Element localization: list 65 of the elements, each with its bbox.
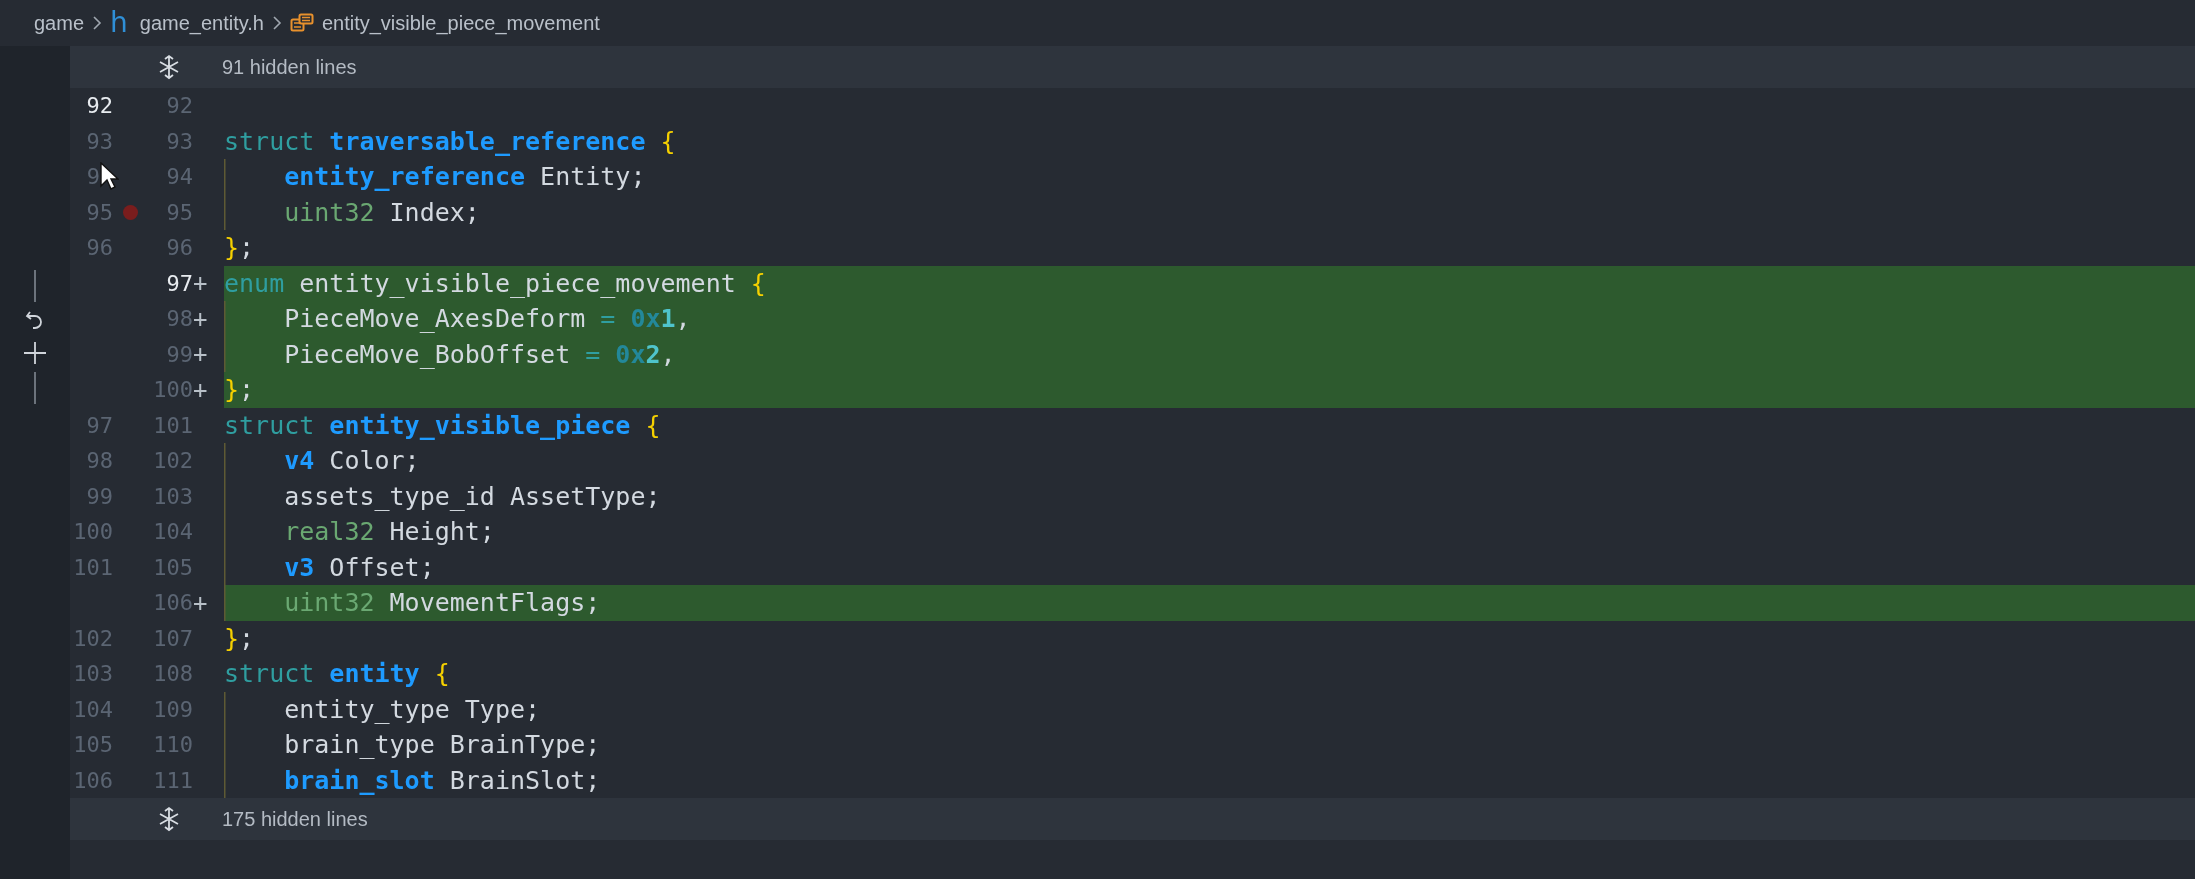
diff-marker: + — [193, 375, 209, 404]
line-number: 99 — [165, 341, 193, 367]
line-number: 106 — [73, 767, 113, 793]
code-line: v3 Offset; — [224, 549, 2195, 585]
line-number: 92 — [86, 93, 113, 119]
line-number: 111 — [152, 767, 193, 793]
line-number: 103 — [152, 483, 193, 509]
line-number: 93 — [86, 128, 113, 154]
code-line: brain_slot BrainSlot; — [224, 762, 2195, 798]
line-number: 109 — [152, 696, 193, 722]
line-number: 92 — [165, 93, 193, 119]
diff-marker: + — [193, 588, 209, 617]
file-type-icon: h — [110, 9, 128, 37]
code-line: struct traversable_reference { — [224, 125, 677, 158]
breadcrumb-item[interactable]: h game_entity.h — [110, 9, 264, 37]
line-number: 96 — [86, 235, 113, 261]
line-number: 104 — [152, 519, 193, 545]
enum-icon — [289, 13, 314, 33]
line-number: 97 — [165, 270, 193, 296]
code-line: }; — [224, 622, 256, 655]
code-line: real32 Height; — [224, 514, 2195, 550]
line-number: 100 — [73, 519, 113, 545]
line-number: 105 — [152, 554, 193, 580]
line-number: 94 — [165, 164, 193, 190]
plus-icon[interactable] — [22, 339, 48, 366]
line-number: 93 — [165, 128, 193, 154]
line-number: 101 — [152, 412, 193, 438]
line-number: 102 — [152, 448, 193, 474]
code-line: uint32 Index; — [224, 194, 2195, 230]
hidden-lines-label[interactable]: 91 hidden lines — [222, 55, 357, 79]
code-line: brain_type BrainType; — [224, 727, 2195, 763]
line-number: 105 — [73, 732, 113, 758]
code-line: struct entity_visible_piece { — [224, 409, 662, 442]
chevron-icon — [92, 15, 103, 31]
code-line: entity_reference Entity; — [224, 159, 2195, 195]
line-number: 108 — [152, 661, 193, 687]
line-number: 102 — [73, 625, 113, 651]
line-number: 110 — [152, 732, 193, 758]
diff-marker: + — [193, 304, 209, 333]
code-line: entity_type Type; — [224, 691, 2195, 727]
code-line: v4 Color; — [224, 443, 2195, 479]
breadcrumb-item[interactable]: entity_visible_piece_movement — [289, 11, 600, 35]
diff-marker: + — [193, 269, 209, 298]
line-number: 97 — [86, 412, 113, 438]
line-number: 101 — [73, 554, 113, 580]
diff-marker: + — [193, 340, 209, 369]
line-number: 96 — [165, 235, 193, 261]
line-number: 95 — [165, 199, 193, 225]
line-number: 104 — [73, 696, 113, 722]
code-line: struct entity { — [224, 658, 451, 691]
line-number: 9 — [86, 164, 100, 190]
line-number: 100 — [152, 377, 193, 403]
code-line: assets_type_id AssetType; — [224, 478, 2195, 514]
breadcrumb-item[interactable]: game — [34, 11, 85, 35]
breakpoint-dot[interactable] — [123, 204, 138, 220]
line-number: 98 — [86, 448, 113, 474]
line-number: 95 — [86, 199, 113, 225]
chevron-icon — [271, 15, 282, 31]
code-line: }; — [224, 232, 256, 265]
line-number: 106 — [152, 590, 193, 616]
line-number: 103 — [73, 661, 113, 687]
line-number: 99 — [86, 483, 113, 509]
line-number: 107 — [152, 625, 193, 651]
line-number: 98 — [165, 306, 193, 332]
hidden-lines-label[interactable]: 175 hidden lines — [222, 807, 368, 831]
